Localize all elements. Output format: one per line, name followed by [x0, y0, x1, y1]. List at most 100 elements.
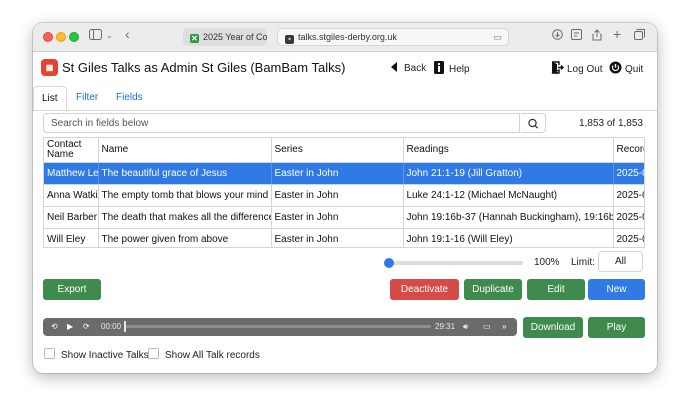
power-icon — [609, 61, 622, 74]
table-row[interactable]: Neil Barber The death that makes all the… — [44, 206, 644, 229]
download-button[interactable]: Download — [523, 317, 583, 338]
cell-name: The empty tomb that blows your mind — [98, 184, 272, 207]
tab-list[interactable]: List — [33, 86, 67, 112]
edit-button[interactable]: Edit — [527, 279, 585, 300]
cell-contact: Will Eley — [44, 228, 99, 247]
column-header-name[interactable]: Name — [98, 138, 272, 163]
browser-tab-1-label: 2025 Year of Co... — [203, 32, 267, 42]
current-time: 00:00 — [101, 322, 122, 331]
column-header-readings[interactable]: Readings — [403, 138, 614, 163]
share-icon[interactable] — [592, 29, 602, 45]
cell-contact: Anna Watkins — [44, 184, 99, 207]
deactivate-button[interactable]: Deactivate — [390, 279, 459, 300]
show-inactive-label: Show Inactive Talks — [61, 350, 149, 361]
back-label: Back — [404, 63, 427, 74]
talks-table: Contact Name Name Series Readings Record… — [43, 137, 645, 248]
back-button[interactable]: Back — [388, 61, 426, 75]
app-logo-icon: ▦ — [41, 59, 58, 76]
site-favicon-icon: ▪ — [285, 35, 294, 44]
download-icon[interactable] — [552, 29, 563, 44]
cell-readings: John 19:16b-37 (Hannah Buckingham), 19:1… — [403, 206, 614, 229]
cell-name: The beautiful grace of Jesus — [98, 162, 272, 185]
new-button[interactable]: New — [588, 279, 645, 300]
play-icon[interactable]: ▶ — [67, 321, 73, 333]
limit-select[interactable]: All — [598, 251, 643, 272]
table-row[interactable]: Matthew Lee The beautiful grace of Jesus… — [44, 162, 644, 185]
back-nav-icon[interactable]: ‹ — [125, 27, 130, 41]
cell-contact: Matthew Lee — [44, 162, 99, 185]
cell-series: Easter in John — [271, 162, 404, 185]
checkbox-icon[interactable] — [44, 348, 55, 359]
zoom-slider-thumb[interactable] — [384, 258, 394, 268]
help-label: Help — [449, 64, 470, 75]
logout-label: Log Out — [567, 64, 603, 75]
duration: 29:31 — [435, 322, 456, 331]
column-header-date[interactable]: Recorded Date — [613, 138, 644, 163]
cell-date: 2025-0 — [613, 228, 644, 247]
tab-divider — [33, 110, 657, 111]
tab-fields[interactable]: Fields — [108, 86, 151, 110]
search-button[interactable] — [521, 113, 546, 133]
tab-overview-icon[interactable] — [634, 29, 645, 44]
play-button[interactable]: Play — [588, 317, 645, 338]
help-button[interactable]: Help — [433, 61, 470, 76]
column-header-series[interactable]: Series — [271, 138, 404, 163]
quit-button[interactable]: Quit — [609, 61, 643, 76]
record-count: 1,853 of 1,853 — [579, 118, 643, 129]
chevron-down-icon[interactable]: ⌄ — [106, 29, 113, 43]
sidebar-icon[interactable] — [89, 29, 102, 44]
spreadsheet-favicon-icon: ✕ — [190, 34, 199, 43]
page-title: St Giles Talks as Admin St Giles (BamBam… — [62, 60, 346, 75]
cell-series: Easter in John — [271, 184, 404, 207]
show-inactive-checkbox[interactable]: Show Inactive Talks — [44, 348, 149, 361]
tab-filter[interactable]: Filter — [68, 86, 106, 110]
cell-series: Easter in John — [271, 206, 404, 229]
show-all-checkbox[interactable]: Show All Talk records — [148, 348, 260, 361]
reader-icon[interactable] — [571, 29, 582, 44]
forward-icon[interactable]: ⟳ — [83, 321, 90, 333]
browser-tab-2-label: talks.stgiles-derby.org.uk — [298, 32, 397, 42]
table-row[interactable]: Will Eley The power given from above Eas… — [44, 228, 644, 247]
cell-series: Easter in John — [271, 228, 404, 247]
tab-menu-icon[interactable]: ▭ — [493, 29, 502, 45]
search-icon — [528, 118, 539, 129]
export-button[interactable]: Export — [43, 279, 101, 300]
cell-readings: Luke 24:1-12 (Michael McNaught) — [403, 184, 614, 207]
zoom-percent: 100% — [534, 257, 560, 268]
search-input[interactable] — [43, 113, 520, 133]
airplay-icon[interactable]: ▭ — [483, 321, 491, 333]
rewind-icon[interactable]: ⟲ — [51, 321, 58, 333]
more-options-icon[interactable]: » — [502, 321, 506, 333]
browser-tab-2[interactable]: ▪ talks.stgiles-derby.org.uk ▭ — [277, 28, 509, 46]
volume-icon[interactable]: 🔊︎ — [463, 321, 468, 333]
minimize-window-icon[interactable] — [56, 32, 66, 42]
help-info-icon — [433, 61, 446, 74]
audio-progress-bar[interactable] — [125, 325, 431, 328]
browser-tab-1[interactable]: ✕ 2025 Year of Co... — [183, 28, 267, 46]
cell-name: The power given from above — [98, 228, 272, 247]
browser-toolbar: ⌄ ‹ ✕ 2025 Year of Co... ▪ talks.stgiles-d… — [33, 23, 657, 52]
table-header-row: Contact Name Name Series Readings Record… — [44, 138, 644, 163]
table-row[interactable]: Anna Watkins The empty tomb that blows y… — [44, 184, 644, 207]
cell-name: The death that makes all the difference — [98, 206, 272, 229]
checkbox-icon[interactable] — [148, 348, 159, 359]
zoom-window-icon[interactable] — [69, 32, 79, 42]
close-window-icon[interactable] — [43, 32, 53, 42]
audio-player: ⟲ ▶ ⟳ 00:00 29:31 🔊︎ ▭ » — [43, 318, 517, 336]
cell-contact: Neil Barber — [44, 206, 99, 229]
cell-date: 2025-0 — [613, 206, 644, 229]
cell-date: 2025-0 — [613, 184, 644, 207]
duplicate-button[interactable]: Duplicate — [464, 279, 522, 300]
zoom-slider[interactable] — [384, 258, 523, 268]
show-all-label: Show All Talk records — [165, 350, 260, 361]
audio-progress-knob[interactable] — [124, 321, 126, 332]
new-tab-icon[interactable]: + — [613, 27, 621, 41]
logout-icon — [551, 61, 564, 74]
back-arrow-icon — [388, 61, 401, 74]
quit-label: Quit — [625, 64, 644, 75]
cell-readings: John 19:1-16 (Will Eley) — [403, 228, 614, 247]
browser-window: ⌄ ‹ ✕ 2025 Year of Co... ▪ talks.stgiles-d… — [33, 23, 657, 373]
limit-label: Limit: — [571, 257, 595, 268]
logout-button[interactable]: Log Out — [551, 61, 603, 76]
column-header-contact[interactable]: Contact Name — [44, 138, 99, 163]
